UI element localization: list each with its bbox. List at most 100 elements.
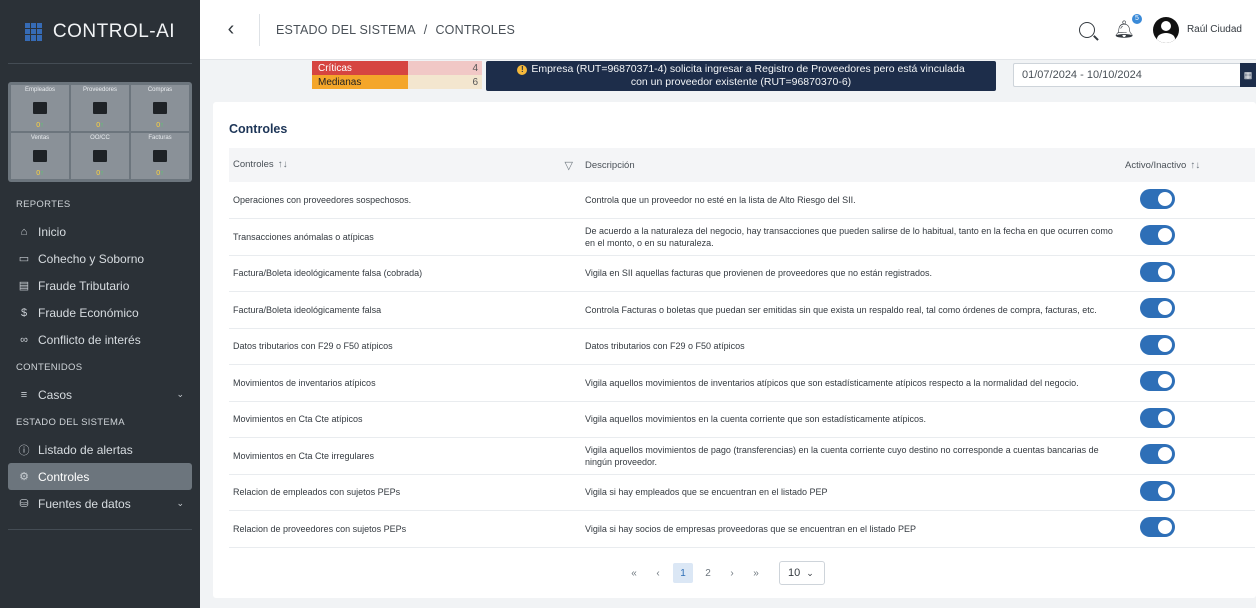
warning-icon: !: [517, 65, 528, 75]
stat-compras[interactable]: Compras 0↑: [131, 85, 189, 131]
control-name: Movimientos de inventarios atípicos: [233, 377, 376, 388]
sidebar-item-fuentes[interactable]: ⛁ Fuentes de datos ⌄: [0, 490, 200, 517]
control-description: Vigila en SII aquellas facturas que prov…: [585, 268, 933, 279]
stat-oocc[interactable]: OO/CC 0↑: [71, 133, 129, 179]
table-row: Factura/Boleta ideológicamente falsa (co…: [229, 255, 1255, 292]
building-icon: [33, 101, 47, 114]
active-toggle[interactable]: [1140, 371, 1175, 392]
stat-proveedores[interactable]: Proveedores 0↑: [71, 85, 129, 131]
last-page-button[interactable]: »: [747, 563, 765, 583]
user-name[interactable]: Raúl Ciudad: [1187, 24, 1242, 35]
active-toggle[interactable]: [1140, 334, 1175, 355]
sidebar-item-fraude-tributario[interactable]: ▤ Fraude Tributario: [0, 272, 200, 299]
sort-icon[interactable]: ↑↓: [1190, 160, 1200, 171]
stat-empleados[interactable]: Empleados 0↑: [11, 85, 69, 131]
sidebar-item-alertas[interactable]: ⓘ Listado de alertas: [0, 436, 200, 463]
active-toggle[interactable]: [1140, 444, 1175, 465]
home-icon: ⌂: [20, 225, 28, 238]
table-header: Controles ↑↓ ▽ Descripción Activo/Inactivo…: [229, 148, 1255, 182]
document-icon: ▤: [18, 280, 30, 292]
severity-critical[interactable]: Críticas 4: [312, 61, 482, 75]
breadcrumb-current: CONTROLES: [435, 22, 516, 37]
sort-icon[interactable]: ↑↓: [278, 159, 288, 170]
control-description: Vigila si hay empleados que se encuentra…: [585, 487, 828, 498]
sidebar-item-inicio[interactable]: ⌂ Inicio: [0, 218, 200, 245]
control-description: Datos tributarios con F29 o F50 atípicos: [585, 341, 745, 352]
page-1-button[interactable]: 1: [673, 563, 693, 583]
filter-icon[interactable]: ▽: [565, 159, 573, 172]
control-description: Vigila aquellos movimientos en la cuenta…: [585, 414, 927, 425]
stat-ventas[interactable]: Ventas 0↑: [11, 133, 69, 179]
active-toggle[interactable]: [1140, 298, 1175, 319]
alert-message[interactable]: ! Empresa (RUT=96870371-4) solicita ingre…: [486, 61, 996, 91]
control-description: Vigila aquellos movimientos de pago (tra…: [585, 444, 1099, 467]
avatar[interactable]: [1152, 16, 1179, 43]
sidebar-item-label: Controles: [38, 469, 90, 484]
sidebar-item-conflicto[interactable]: ∞ Conflicto de interés: [0, 326, 200, 353]
alert-message-line1: Empresa (RUT=96870371-4) solicita ingres…: [531, 63, 965, 75]
chevron-left-icon: ‹: [227, 18, 235, 40]
controls-table: Controles ↑↓ ▽ Descripción Activo/Inactivo…: [229, 148, 1255, 548]
table-row: Movimientos en Cta Cte atípicos Vigila aq…: [229, 401, 1255, 438]
first-page-button[interactable]: «: [625, 563, 643, 583]
col-controles[interactable]: Controles ↑↓ ▽: [229, 148, 585, 182]
active-toggle[interactable]: [1140, 517, 1175, 538]
control-description: Vigila si hay socios de empresas proveed…: [585, 523, 917, 534]
brand-name: CONTROL-AI: [52, 20, 176, 42]
col-activo[interactable]: Activo/Inactivo ↑↓: [1125, 148, 1255, 182]
sidebar-item-fraude-economico[interactable]: $ Fraude Económico: [0, 299, 200, 326]
col-label: Controles: [233, 158, 274, 170]
active-toggle[interactable]: [1140, 261, 1175, 282]
gear-icon: ⚙: [19, 471, 29, 483]
control-description: Controla que un proveedor no esté en la …: [585, 195, 856, 205]
table-row: Movimientos en Cta Cte irregulares Vigila…: [229, 438, 1255, 474]
invoice-icon: [153, 149, 167, 162]
table-row: Movimientos de inventarios atípicos Vigil…: [229, 365, 1255, 401]
search-icon[interactable]: [1079, 21, 1096, 38]
alerts-bar: Críticas 4 Medianas 6 ! Empresa (RUT=9687…: [200, 60, 1256, 96]
active-toggle[interactable]: [1140, 188, 1175, 209]
calendar-icon[interactable]: ▦: [1240, 63, 1256, 87]
section-estado: ESTADO DEL SISTEMA: [16, 416, 125, 428]
control-name: Datos tributarios con F29 o F50 atípicos: [233, 341, 393, 352]
control-description: Vigila aquellos movimientos de inventari…: [585, 377, 1079, 388]
next-page-button[interactable]: ›: [723, 563, 741, 583]
sidebar-item-casos[interactable]: ≡ Casos ⌄: [0, 381, 200, 408]
info-icon: ⓘ: [18, 444, 30, 457]
active-toggle[interactable]: [1140, 480, 1175, 501]
handshake-icon: [93, 149, 107, 162]
prev-page-button[interactable]: ‹: [649, 563, 667, 583]
active-toggle[interactable]: [1140, 407, 1175, 428]
severity-count: 4: [408, 61, 482, 75]
stat-facturas[interactable]: Facturas 0↑: [131, 133, 189, 179]
active-toggle[interactable]: [1140, 225, 1175, 246]
breadcrumb-root[interactable]: ESTADO DEL SISTEMA: [276, 23, 416, 37]
sidebar-item-label: Conflicto de interés: [38, 332, 141, 347]
chevron-down-icon: ⌄: [806, 567, 814, 578]
rows-per-page-select[interactable]: 10 ⌄: [779, 561, 825, 585]
col-label: Descripción: [585, 159, 635, 171]
col-descripcion: Descripción: [585, 148, 1125, 182]
rows-per-page-value: 10: [788, 567, 801, 579]
list-icon: ≡: [20, 388, 28, 401]
bell-icon[interactable]: 🔔︎ 5: [1113, 13, 1142, 40]
sidebar-item-cohecho[interactable]: ▭ Cohecho y Soborno: [0, 245, 200, 272]
date-range-input[interactable]: 01/07/2024 - 10/10/2024: [1013, 63, 1256, 87]
logo-icon: [24, 22, 43, 41]
page-2-button[interactable]: 2: [699, 563, 717, 583]
briefcase-icon: ▭: [18, 253, 30, 265]
sidebar-item-controles[interactable]: ⚙ Controles: [8, 463, 192, 490]
store-icon: [93, 101, 107, 114]
breadcrumb-separator: /: [423, 22, 428, 37]
stat-label: Empleados: [24, 87, 56, 93]
breadcrumb: ESTADO DEL SISTEMA / CONTROLES: [276, 23, 515, 37]
stat-label: OO/CC: [90, 135, 110, 141]
stats-grid: Empleados 0↑ Proveedores 0↑ Compras 0↑ V…: [8, 82, 192, 182]
back-button[interactable]: ‹: [219, 18, 243, 42]
table-row: Relacion de empleados con sujetos PEPs Vi…: [229, 474, 1255, 511]
severity-medium[interactable]: Medianas 6: [312, 75, 482, 89]
control-name: Factura/Boleta ideológicamente falsa (co…: [233, 268, 423, 279]
sidebar-item-label: Fraude Tributario: [38, 278, 130, 293]
control-name: Relacion de empleados con sujetos PEPs: [233, 487, 401, 498]
control-name: Factura/Boleta ideológicamente falsa: [233, 304, 382, 315]
